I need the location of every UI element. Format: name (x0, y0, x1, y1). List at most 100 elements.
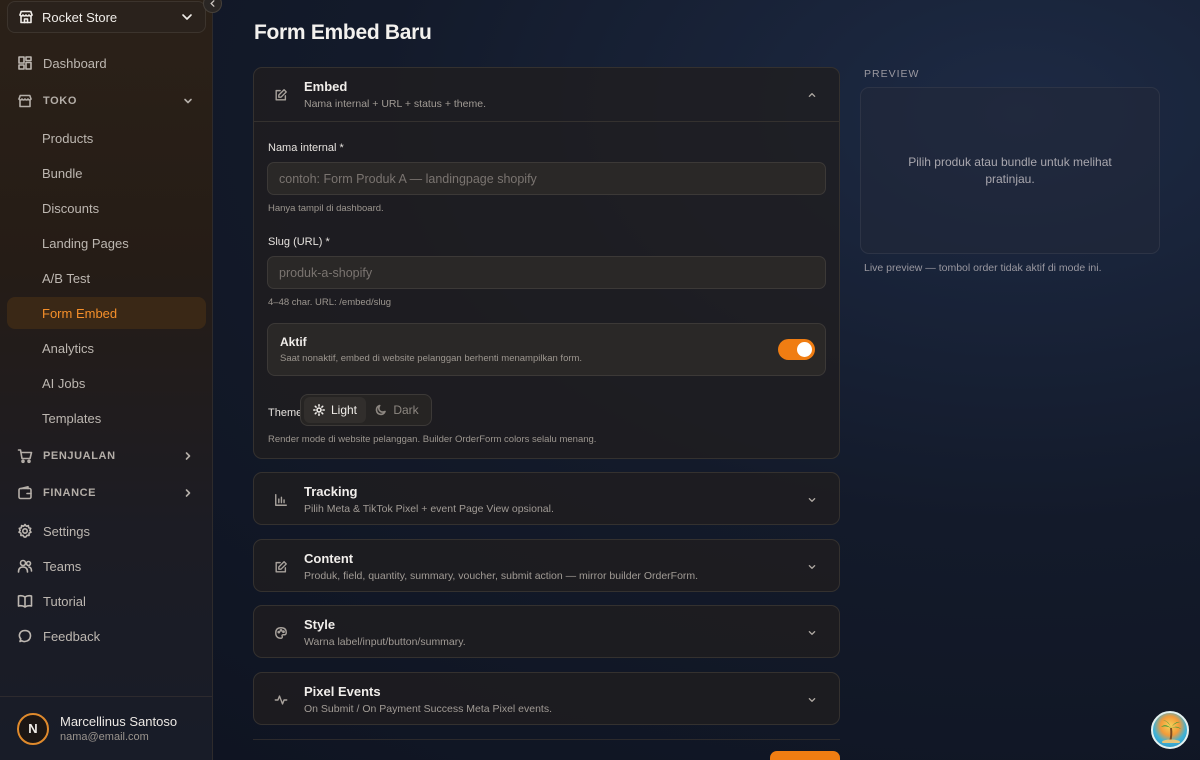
embed-panel-title: Embed (304, 79, 348, 94)
internal-name-label: Nama internal * (268, 142, 344, 154)
chevron-down-icon (805, 693, 819, 707)
book-open-icon (17, 593, 33, 609)
nav-bundle-label: Bundle (42, 165, 83, 181)
nav-group-toko-label: TOKO (43, 95, 77, 107)
nav-analytics-label: Analytics (42, 340, 95, 356)
active-toggle-card: Aktif Saat nonaktif, embed di website pe… (267, 323, 826, 376)
theme-segmented-control: Light Dark (300, 394, 432, 426)
chevron-left-icon (210, 0, 215, 7)
nav-ai-jobs[interactable]: AI Jobs (7, 367, 206, 399)
tracking-title: Tracking (304, 484, 358, 499)
internal-name-input[interactable] (267, 162, 826, 195)
theme-dark-button[interactable]: Dark (366, 397, 428, 423)
embed-panel-header[interactable]: Embed Nama internal + URL + status + the… (254, 68, 839, 121)
nav-feedback-label: Feedback (43, 628, 101, 644)
nav-discounts-label: Discounts (42, 200, 100, 216)
activity-icon (274, 693, 288, 707)
content-panel[interactable]: Content Produk, field, quantity, summary… (253, 539, 840, 592)
nav-teams[interactable]: Teams (7, 550, 206, 582)
nav-analytics[interactable]: Analytics (7, 332, 206, 364)
theme-light-button[interactable]: Light (304, 397, 366, 423)
cart-icon (17, 448, 33, 464)
store-selector[interactable]: Rocket Store (7, 1, 206, 33)
embed-panel: Embed Nama internal + URL + status + the… (253, 67, 840, 459)
user-profile[interactable]: N Marcellinus Santoso nama@email.com (0, 696, 213, 760)
active-title: Aktif (280, 335, 307, 349)
nav-dashboard[interactable]: Dashboard (7, 47, 206, 79)
style-desc: Warna label/input/button/summary. (304, 636, 466, 648)
theme-light-label: Light (330, 403, 358, 417)
nav-form-embed[interactable]: Form Embed (7, 297, 206, 329)
store-name: Rocket Store (42, 9, 118, 25)
palm-tree-icon (1161, 720, 1181, 743)
pixel-events-panel-header[interactable]: Pixel Events On Submit / On Payment Succ… (254, 673, 839, 726)
chevron-down-icon (805, 626, 819, 640)
footer-divider (253, 739, 840, 740)
nav-products[interactable]: Products (7, 122, 206, 154)
chevron-down-icon (180, 93, 196, 109)
slug-hint: 4–48 char. URL: /embed/slug (268, 297, 392, 308)
nav-ab-test[interactable]: A/B Test (7, 262, 206, 294)
edit-icon (274, 88, 288, 102)
content-title: Content (304, 551, 354, 566)
dashboard-icon (17, 55, 33, 71)
nav-form-embed-label: Form Embed (42, 305, 118, 321)
style-panel[interactable]: Style Warna label/input/button/summary. (253, 605, 840, 658)
preview-empty-text: Pilih produk atau bundle untuk melihat p… (908, 154, 1112, 186)
preview-box: Pilih produk atau bundle untuk melihat p… (860, 87, 1160, 254)
nav-templates-label: Templates (42, 410, 102, 426)
style-panel-header[interactable]: Style Warna label/input/button/summary. (254, 606, 839, 659)
nav-group-finance-label: FINANCE (43, 487, 97, 499)
nav-group-penjualan-label: PENJUALAN (43, 450, 116, 462)
users-icon (17, 558, 33, 574)
switch-knob (797, 342, 812, 357)
tracking-panel-header[interactable]: Tracking Pilih Meta & TikTok Pixel + eve… (254, 473, 839, 526)
active-desc: Saat nonaktif, embed di website pelangga… (280, 353, 583, 364)
nav-dashboard-label: Dashboard (43, 55, 107, 71)
nav-landing-pages-label: Landing Pages (42, 235, 129, 251)
nav-feedback[interactable]: Feedback (7, 620, 206, 652)
pixel-events-desc: On Submit / On Payment Success Meta Pixe… (304, 703, 553, 715)
avatar: N (17, 712, 49, 745)
content-panel-header[interactable]: Content Produk, field, quantity, summary… (254, 540, 839, 593)
tracking-panel[interactable]: Tracking Pilih Meta & TikTok Pixel + eve… (253, 472, 840, 525)
nav-group-toko[interactable]: TOKO (7, 87, 206, 115)
nav-tutorial[interactable]: Tutorial (7, 585, 206, 617)
nav-landing-pages[interactable]: Landing Pages (7, 227, 206, 259)
nav-settings-label: Settings (43, 523, 90, 539)
save-button[interactable] (770, 751, 840, 760)
user-name: Marcellinus Santoso (60, 714, 178, 729)
collapse-sidebar-button[interactable] (203, 0, 222, 13)
chevron-down-icon (179, 9, 195, 25)
edit-icon (274, 560, 288, 574)
nav-discounts[interactable]: Discounts (7, 192, 206, 224)
message-circle-icon (17, 628, 33, 644)
active-switch[interactable] (778, 339, 815, 360)
chevron-right-icon (180, 485, 196, 501)
theme-hint: Render mode di website pelanggan. Builde… (268, 434, 597, 445)
sun-icon (312, 404, 325, 416)
content-desc: Produk, field, quantity, summary, vouche… (304, 570, 699, 582)
gear-icon (17, 523, 33, 539)
chevron-down-icon (805, 560, 819, 574)
nav-group-penjualan[interactable]: PENJUALAN (7, 442, 206, 470)
store-icon (18, 9, 34, 25)
chat-widget-button[interactable] (1151, 711, 1189, 749)
slug-input[interactable] (267, 256, 826, 289)
chevron-up-icon (805, 88, 819, 102)
nav-products-label: Products (42, 130, 94, 146)
nav-teams-label: Teams (43, 558, 82, 574)
pixel-events-title: Pixel Events (304, 684, 381, 699)
nav-group-finance[interactable]: FINANCE (7, 479, 206, 507)
store-icon (17, 93, 33, 109)
chevron-down-icon (805, 493, 819, 507)
page-title: Form Embed Baru (254, 21, 432, 44)
bar-chart-icon (274, 493, 288, 507)
nav-templates[interactable]: Templates (7, 402, 206, 434)
pixel-events-panel[interactable]: Pixel Events On Submit / On Payment Succ… (253, 672, 840, 725)
internal-name-hint: Hanya tampil di dashboard. (268, 203, 384, 214)
nav-ai-jobs-label: AI Jobs (42, 375, 86, 391)
embed-panel-desc: Nama internal + URL + status + theme. (304, 98, 486, 110)
nav-settings[interactable]: Settings (7, 515, 206, 547)
nav-bundle[interactable]: Bundle (7, 157, 206, 189)
